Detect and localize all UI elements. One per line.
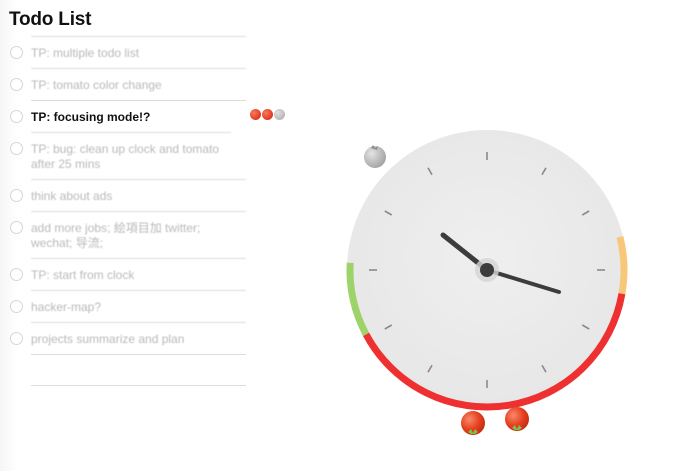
todo-label: TP: multiple todo list <box>31 36 246 68</box>
app-window: Todo List TP: multiple todo list TP: tom… <box>0 0 700 471</box>
todo-checkbox[interactable] <box>10 221 23 234</box>
page-title: Todo List <box>9 9 92 30</box>
red-tomato-icon[interactable] <box>461 411 485 435</box>
grey-tomato-icon[interactable] <box>364 145 386 168</box>
tomato-icon <box>274 109 285 120</box>
todo-item[interactable]: hacker-map? <box>0 290 252 322</box>
todo-item[interactable]: TP: tomato color change <box>0 68 252 100</box>
todo-item[interactable]: TP: multiple todo list <box>0 36 252 68</box>
todo-label: hacker-map? <box>31 290 246 322</box>
todo-label: projects summarize and plan <box>31 322 246 354</box>
todo-tomato-count <box>250 109 285 120</box>
todo-label: TP: bug: clean up clock and tomato after… <box>31 132 231 179</box>
todo-label: TP: start from clock <box>31 258 246 290</box>
red-tomato-icon[interactable] <box>505 407 529 431</box>
todo-item[interactable]: TP: bug: clean up clock and tomato after… <box>0 132 252 179</box>
todo-label: TP: tomato color change <box>31 68 246 100</box>
todo-checkbox[interactable] <box>10 46 23 59</box>
hand-pivot <box>480 263 494 277</box>
pomodoro-clock[interactable] <box>330 110 650 440</box>
todo-sidebar: Todo List TP: multiple todo list TP: tom… <box>0 0 252 471</box>
todo-label: TP: focusing mode!? <box>31 100 246 132</box>
todo-label: think about ads <box>31 179 246 211</box>
todo-label: add more jobs; 絵項目加 twitter; wechat; 导流; <box>31 211 246 258</box>
todo-checkbox[interactable] <box>10 300 23 313</box>
todo-list: TP: multiple todo list TP: tomato color … <box>0 36 252 386</box>
new-todo-input[interactable] <box>31 354 246 386</box>
todo-checkbox[interactable] <box>10 189 23 202</box>
todo-item[interactable]: add more jobs; 絵項目加 twitter; wechat; 导流; <box>0 211 252 258</box>
todo-item-active[interactable]: TP: focusing mode!? <box>0 100 252 132</box>
todo-checkbox[interactable] <box>10 110 23 123</box>
tomato-icon <box>262 109 273 120</box>
todo-checkbox[interactable] <box>10 268 23 281</box>
todo-checkbox[interactable] <box>10 78 23 91</box>
tomato-icon <box>250 109 261 120</box>
todo-checkbox[interactable] <box>10 142 23 155</box>
todo-checkbox[interactable] <box>10 332 23 345</box>
todo-item[interactable]: TP: start from clock <box>0 258 252 290</box>
short-arc <box>616 236 628 295</box>
todo-item[interactable]: projects summarize and plan <box>0 322 252 354</box>
todo-item[interactable]: think about ads <box>0 179 252 211</box>
